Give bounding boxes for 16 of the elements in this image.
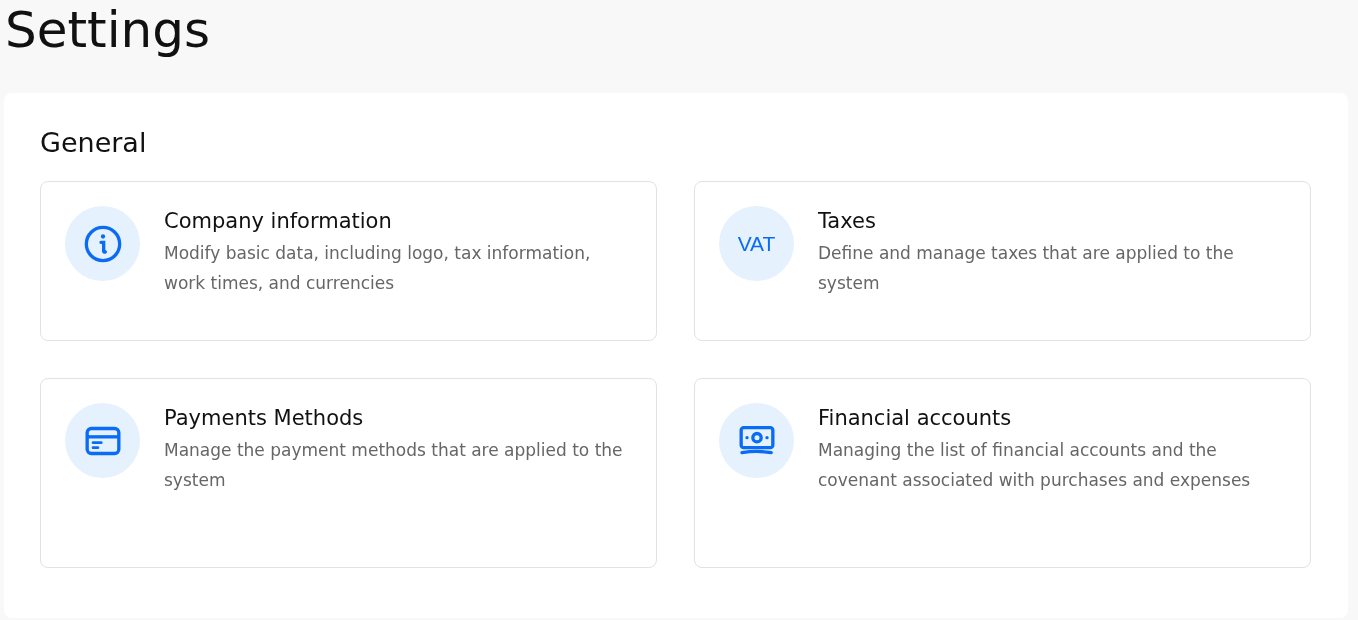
card-description: Manage the payment methods that are applied to the system: [164, 439, 624, 492]
settings-card[interactable]: Company information Modify basic data, including logo, tax information, work times, and currencies: [40, 181, 657, 341]
card-title: Financial accounts: [818, 405, 1013, 432]
page-title: Settings: [4, 0, 211, 60]
card-title: Payments Methods: [164, 405, 365, 432]
section-title: General: [40, 126, 147, 160]
info-icon: [82, 223, 123, 264]
settings-card[interactable]: Payments Methods Manage the payment methods that are applied to the system: [40, 378, 657, 568]
settings-card[interactable]: Financial accounts Managing the list of financial accounts and the covenant associated with purchases and expenses: [694, 378, 1311, 568]
card-description: Managing the list of financial accounts and the covenant associated with purchases and expenses: [818, 439, 1252, 492]
vat-icon: VAT: [719, 206, 794, 281]
card-description: Modify basic data, including logo, tax information, work times, and currencies: [164, 242, 592, 295]
settings-card[interactable]: VAT Taxes Define and manage taxes that are applied to the system: [694, 181, 1311, 341]
card-description: Define and manage taxes that are applied to the system: [818, 242, 1235, 295]
card-title: Company information: [164, 208, 393, 235]
card-title: Taxes: [818, 208, 877, 235]
